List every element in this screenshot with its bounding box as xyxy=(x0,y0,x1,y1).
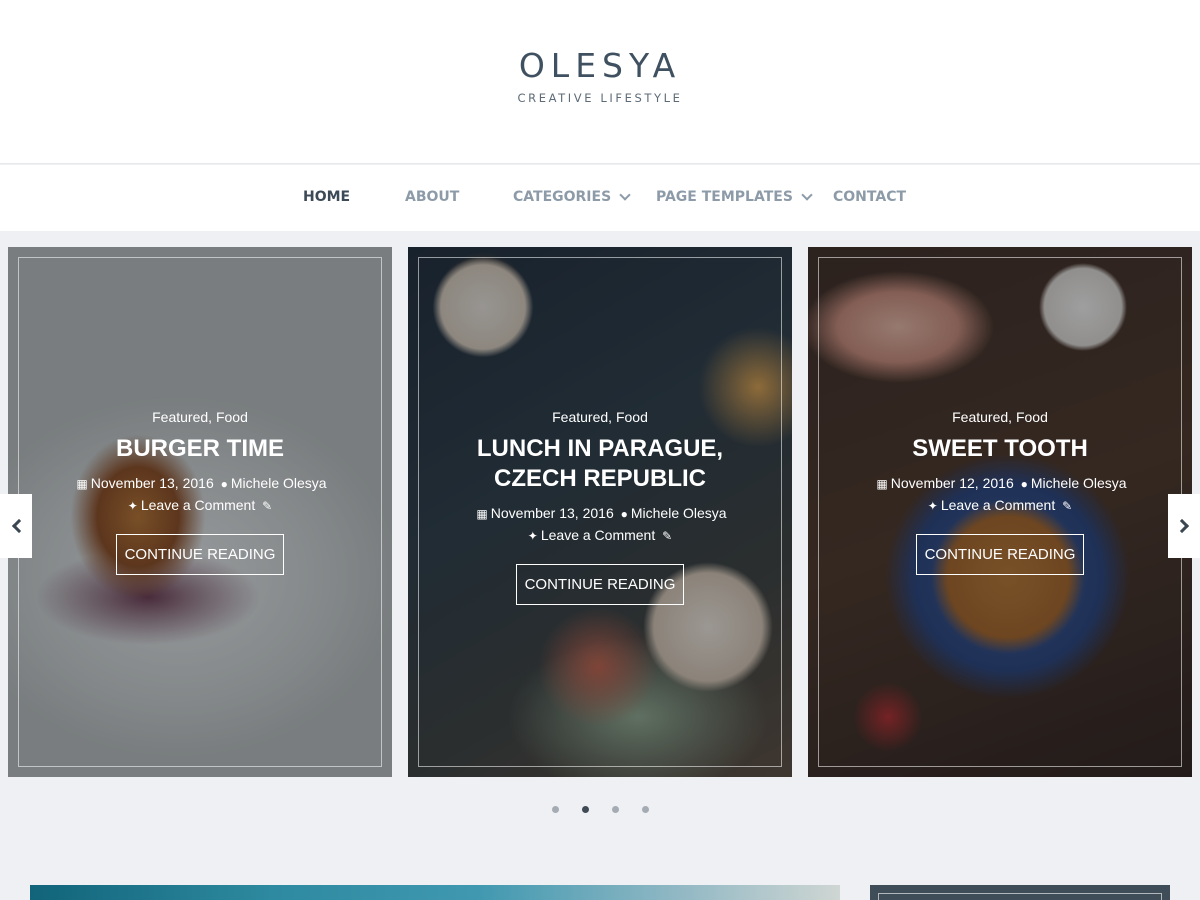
edit-icon[interactable]: ✎ xyxy=(1062,499,1072,513)
post-comments-link[interactable]: Leave a Comment xyxy=(941,497,1055,513)
post-date[interactable]: November 12, 2016 xyxy=(891,475,1014,491)
nav-item-label: HOME xyxy=(303,189,351,205)
edit-icon[interactable]: ✎ xyxy=(262,499,272,513)
nav-item-home[interactable]: HOME xyxy=(303,189,350,205)
chevron-down-icon xyxy=(619,189,631,201)
post-thumbnail-teaser[interactable] xyxy=(30,885,840,900)
nav-item-label: ABOUT xyxy=(405,189,460,205)
comment-icon: ✦ xyxy=(127,499,138,513)
slide-meta: ▦ November 12, 2016 ● Michele Olesya ✦ Leav… xyxy=(848,473,1152,517)
post-author[interactable]: Michele Olesya xyxy=(231,475,327,491)
continue-reading-button[interactable]: CONTINUE READING xyxy=(115,534,285,575)
edit-icon[interactable]: ✎ xyxy=(662,529,672,543)
calendar-icon: ▦ xyxy=(76,477,88,491)
slider-dot-4[interactable] xyxy=(641,806,649,813)
chevron-down-icon xyxy=(801,189,813,201)
slide-title[interactable]: BURGER TIME xyxy=(48,434,352,464)
calendar-icon: ▦ xyxy=(876,477,888,491)
slider-prev-button[interactable] xyxy=(0,494,32,558)
slide-burger-time[interactable]: Featured, Food BURGER TIME ▦ November 13,… xyxy=(8,247,392,777)
nav-item-label: PAGE TEMPLATES xyxy=(656,189,793,205)
site-header: OLESYA CREATIVE LIFESTYLE xyxy=(0,0,1200,164)
nav-item-about[interactable]: ABOUT xyxy=(405,189,459,205)
slider-dot-2[interactable] xyxy=(581,806,589,813)
chevron-right-icon xyxy=(1174,518,1189,534)
slider-dot-3[interactable] xyxy=(611,806,619,813)
slide-title[interactable]: LUNCH IN PARAGUE, CZECH REPUBLIC xyxy=(448,434,752,494)
comment-icon: ✦ xyxy=(927,499,938,513)
nav-item-categories[interactable]: CATEGORIES xyxy=(513,189,631,205)
comment-icon: ✦ xyxy=(527,529,538,543)
slide-caption: Featured, Food BURGER TIME ▦ November 13,… xyxy=(48,409,352,575)
post-comments-link[interactable]: Leave a Comment xyxy=(141,497,255,513)
slide-sweet-tooth[interactable]: Featured, Food SWEET TOOTH ▦ November 12,… xyxy=(808,247,1192,777)
slide-categories[interactable]: Featured, Food xyxy=(448,409,752,425)
post-comments-link[interactable]: Leave a Comment xyxy=(541,527,655,543)
slide-meta: ▦ November 13, 2016 ● Michele Olesya ✦ Leav… xyxy=(448,503,752,547)
nav-item-label: CONTACT xyxy=(833,189,907,205)
user-icon: ● xyxy=(1020,477,1028,491)
slider-next-button[interactable] xyxy=(1168,494,1200,558)
continue-reading-button[interactable]: CONTINUE READING xyxy=(915,534,1085,575)
slide-caption: Featured, Food LUNCH IN PARAGUE, CZECH R… xyxy=(448,409,752,605)
sidebar-widget-teaser xyxy=(870,885,1170,900)
nav-item-contact[interactable]: CONTACT xyxy=(833,189,906,205)
post-author[interactable]: Michele Olesya xyxy=(1031,475,1127,491)
user-icon: ● xyxy=(620,507,628,521)
calendar-icon: ▦ xyxy=(476,507,488,521)
main-navigation: HOME ABOUT CATEGORIES PAGE TEMPLATES CON… xyxy=(0,165,1200,231)
nav-item-page-templates[interactable]: PAGE TEMPLATES xyxy=(656,189,813,205)
nav-item-label: CATEGORIES xyxy=(513,189,612,205)
chevron-left-icon xyxy=(11,518,26,534)
slide-categories[interactable]: Featured, Food xyxy=(48,409,352,425)
user-icon: ● xyxy=(220,477,228,491)
post-date[interactable]: November 13, 2016 xyxy=(491,505,614,521)
slide-categories[interactable]: Featured, Food xyxy=(848,409,1152,425)
slide-lunch-in-prague[interactable]: Featured, Food LUNCH IN PARAGUE, CZECH R… xyxy=(408,247,792,777)
site-tagline: CREATIVE LIFESTYLE xyxy=(517,91,683,105)
slider-pagination xyxy=(0,806,1200,813)
featured-slider: Featured, Food BURGER TIME ▦ November 13,… xyxy=(0,231,1200,841)
slider-dot-1[interactable] xyxy=(551,806,559,813)
continue-reading-button[interactable]: CONTINUE READING xyxy=(515,564,685,605)
sidebar-widget-frame xyxy=(878,893,1162,900)
slide-meta: ▦ November 13, 2016 ● Michele Olesya ✦ Leav… xyxy=(48,473,352,517)
post-author[interactable]: Michele Olesya xyxy=(631,505,727,521)
site-title[interactable]: OLESYA xyxy=(0,46,1200,85)
post-date[interactable]: November 13, 2016 xyxy=(91,475,214,491)
slide-title[interactable]: SWEET TOOTH xyxy=(848,434,1152,464)
slide-caption: Featured, Food SWEET TOOTH ▦ November 12,… xyxy=(848,409,1152,575)
